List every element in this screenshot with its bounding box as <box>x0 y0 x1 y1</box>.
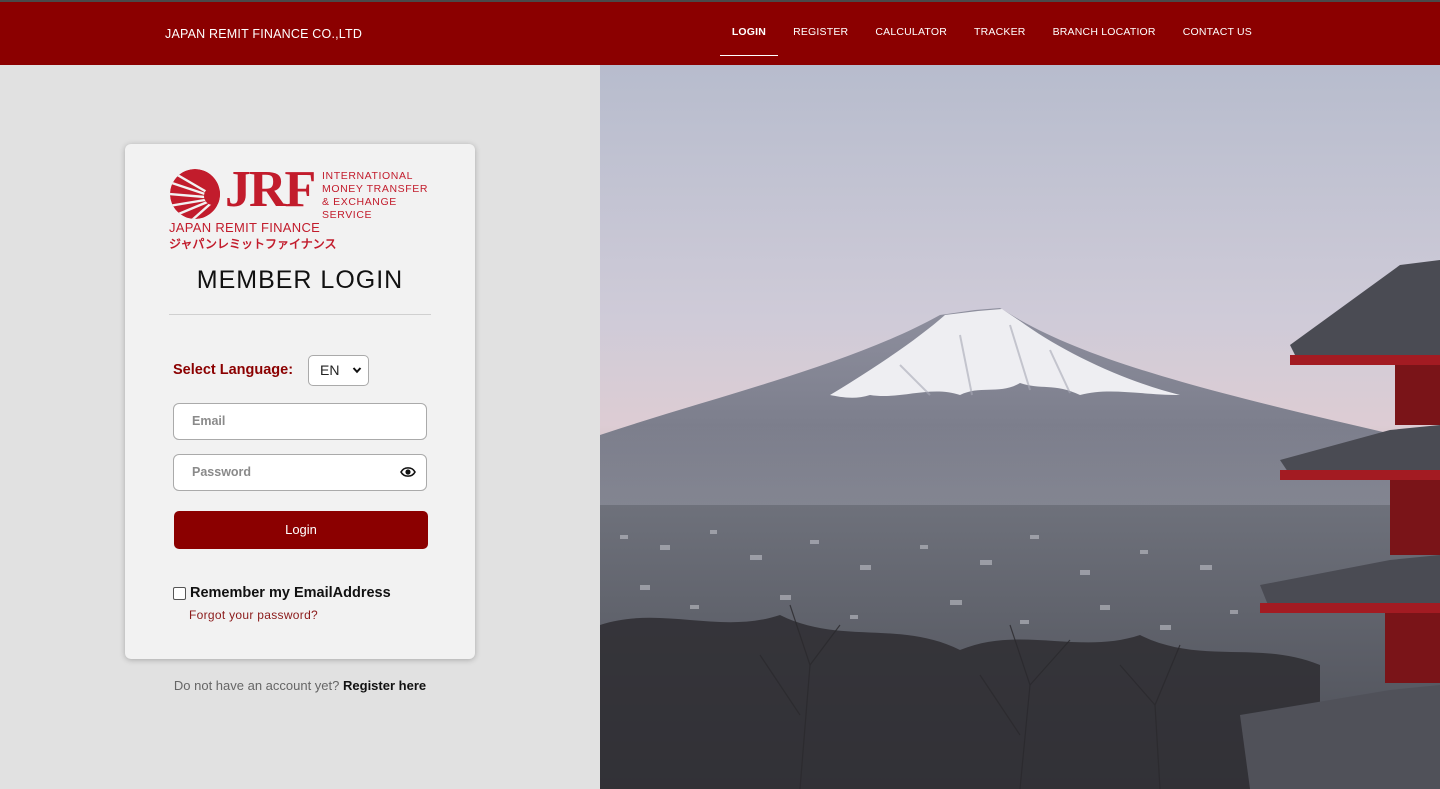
logo-tagline-line: MONEY TRANSFER <box>322 183 429 195</box>
hero-photo <box>600 65 1440 789</box>
login-button[interactable]: Login <box>174 511 428 549</box>
nav-login[interactable]: LOGIN <box>719 2 779 65</box>
register-prompt: Do not have an account yet? Register her… <box>0 678 600 693</box>
nav-tracker[interactable]: TRACKER <box>962 2 1038 65</box>
eye-icon[interactable] <box>400 465 416 479</box>
logo-tagline-line: SERVICE <box>322 209 373 221</box>
language-select-value: EN <box>320 362 340 378</box>
forgot-password-link[interactable]: Forgot your password? <box>189 608 318 622</box>
logo-tagline: INTERNATIONAL MONEY TRANSFER & EXCHANGE … <box>322 170 428 222</box>
logo-company-name: JAPAN REMIT FINANCE <box>169 220 321 235</box>
logo-tagline-line: INTERNATIONAL <box>322 170 414 182</box>
logo-mark: JRF <box>225 161 316 218</box>
nav-branch-locator[interactable]: BRANCH LOCATIOR <box>1041 2 1168 65</box>
top-navbar: JAPAN REMIT FINANCE CO.,LTD LOGIN REGIST… <box>0 0 1440 65</box>
logo-tagline-line: & EXCHANGE <box>322 196 397 208</box>
password-placeholder: Password <box>192 465 252 479</box>
nav-calculator[interactable]: CALCULATOR <box>863 2 959 65</box>
jrf-logo: JRF INTERNATIONAL MONEY TRANSFER & EXCHA… <box>169 161 439 251</box>
jrf-sun-logo-icon <box>170 169 220 219</box>
logo-company-name-jp: ジャパンレミットファイナンス <box>169 237 337 251</box>
remember-checkbox[interactable] <box>173 586 186 600</box>
remember-label[interactable]: Remember my EmailAddress <box>190 585 391 601</box>
remember-row: Remember my EmailAddress <box>173 585 391 601</box>
email-placeholder: Email <box>192 414 226 428</box>
mount-fuji-photo <box>600 65 1440 789</box>
brand-name[interactable]: JAPAN REMIT FINANCE CO.,LTD <box>165 27 362 41</box>
chevron-down-icon <box>352 367 362 374</box>
language-label: Select Language: <box>173 362 294 378</box>
nav-contact-us[interactable]: CONTACT US <box>1171 2 1264 65</box>
login-panel: JRF INTERNATIONAL MONEY TRANSFER & EXCHA… <box>0 65 600 789</box>
page-title: MEMBER LOGIN <box>196 266 404 294</box>
main-nav: LOGIN REGISTER CALCULATOR TRACKER BRANCH… <box>717 2 1264 65</box>
nav-register[interactable]: REGISTER <box>781 2 860 65</box>
email-field[interactable]: Email <box>173 403 427 440</box>
register-prompt-text: Do not have an account yet? <box>173 678 340 693</box>
password-field[interactable]: Password <box>173 454 427 491</box>
title-divider <box>169 314 431 315</box>
language-select[interactable]: EN <box>308 355 369 386</box>
login-card: JRF INTERNATIONAL MONEY TRANSFER & EXCHA… <box>125 144 475 659</box>
register-link[interactable]: Register here <box>343 678 426 693</box>
